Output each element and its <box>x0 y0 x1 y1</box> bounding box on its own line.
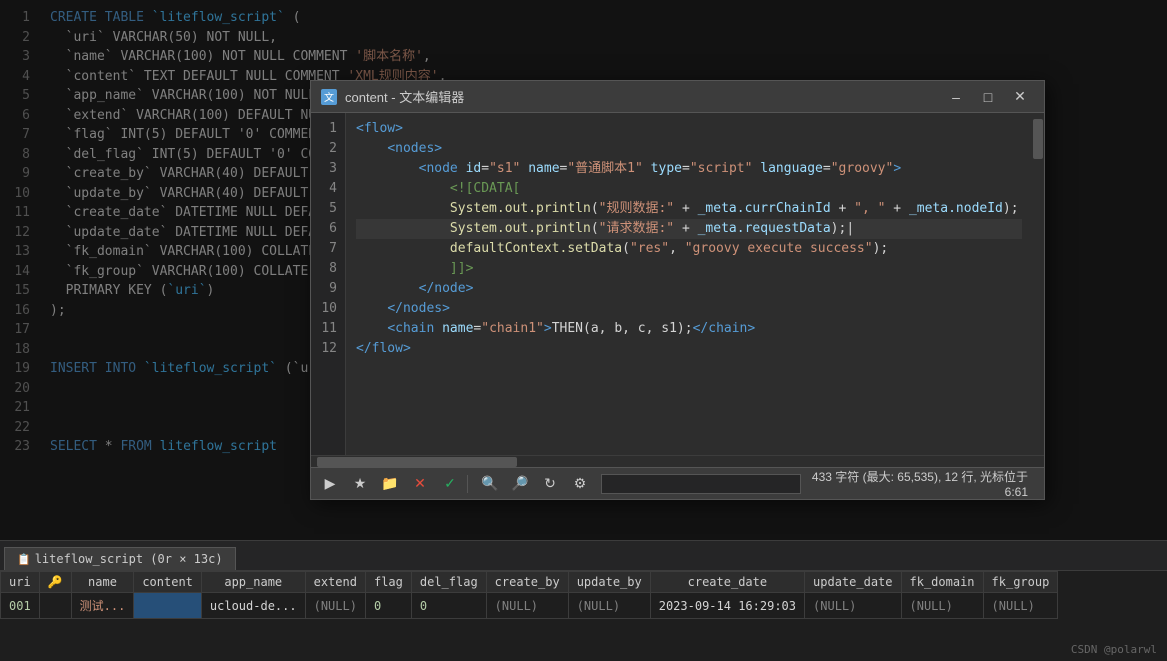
table-cell <box>134 593 202 619</box>
table-column-header: update_date <box>805 572 901 593</box>
table-cell: (NULL) <box>901 593 983 619</box>
table-cell: (NULL) <box>486 593 568 619</box>
table-column-header: flag <box>365 572 411 593</box>
table-column-header: 🔑 <box>39 572 71 593</box>
modal-line-number: 1 <box>319 119 337 139</box>
table-column-header: uri <box>1 572 40 593</box>
modal-title: 文 content - 文本编辑器 <box>321 87 464 106</box>
modal-line-number: 4 <box>319 179 337 199</box>
watermark: CSDN @polarwl <box>1071 643 1157 656</box>
modal-line-number: 7 <box>319 239 337 259</box>
modal-line-number: 10 <box>319 299 337 319</box>
table-column-header: content <box>134 572 202 593</box>
modal-code-line: </nodes> <box>356 299 1022 319</box>
modal-code-line: <flow> <box>356 119 1022 139</box>
modal-scrollbar-h[interactable] <box>311 455 1044 467</box>
table-cell: 0 <box>365 593 411 619</box>
table-cell: 001 <box>1 593 40 619</box>
results-table-container[interactable]: uri🔑namecontentapp_nameextendflagdel_fla… <box>0 570 1167 661</box>
table-column-header: fk_domain <box>901 572 983 593</box>
modal-content-area: 123456789101112 <flow> <nodes> <node id=… <box>311 113 1044 455</box>
toolbar-confirm-button[interactable]: ✓ <box>437 473 463 495</box>
modal-line-number: 6 <box>319 219 337 239</box>
toolbar-open-button[interactable]: 📁 <box>377 473 403 495</box>
modal-line-number: 8 <box>319 259 337 279</box>
encoding-dropdown[interactable] <box>601 474 801 494</box>
modal-scrollbar-v[interactable] <box>1032 113 1044 455</box>
modal-code-line: <chain name="chain1">THEN(a, b, c, s1);<… <box>356 319 1022 339</box>
modal-code-line: System.out.println("规则数据:" + _meta.currC… <box>356 199 1022 219</box>
table-column-header: del_flag <box>411 572 486 593</box>
modal-code-line: defaultContext.setData("res", "groovy ex… <box>356 239 1022 259</box>
tab-icon: 📋 <box>17 553 31 566</box>
modal-code-line: </node> <box>356 279 1022 299</box>
table-cell: ucloud-de... <box>201 593 305 619</box>
table-cell: (NULL) <box>305 593 365 619</box>
table-cell: 2023-09-14 16:29:03 <box>650 593 804 619</box>
modal-status-text: 433 字符 (最大: 65,535), 12 行, 光标位于 6:61 <box>805 468 1038 499</box>
modal-code-line: ]]> <box>356 259 1022 279</box>
table-cell: 0 <box>411 593 486 619</box>
minimize-button[interactable]: – <box>942 86 970 108</box>
table-column-header: extend <box>305 572 365 593</box>
toolbar-run-button[interactable]: ▶ <box>317 473 343 495</box>
modal-code[interactable]: <flow> <nodes> <node id="s1" name="普通脚本1… <box>346 113 1032 455</box>
tab-bar: 📋 liteflow_script (0r × 13c) <box>0 540 1167 570</box>
toolbar-refresh-button[interactable]: ↻ <box>537 473 563 495</box>
results-tab[interactable]: 📋 liteflow_script (0r × 13c) <box>4 547 236 570</box>
results-table: uri🔑namecontentapp_nameextendflagdel_fla… <box>0 571 1058 619</box>
toolbar-delete-button[interactable]: ✕ <box>407 473 433 495</box>
toolbar-star-button[interactable]: ★ <box>347 473 373 495</box>
tab-label: liteflow_script (0r × 13c) <box>35 552 223 566</box>
table-cell: (NULL) <box>805 593 901 619</box>
modal-titlebar: 文 content - 文本编辑器 – □ ✕ <box>311 81 1044 113</box>
close-button[interactable]: ✕ <box>1006 86 1034 108</box>
modal-code-line: System.out.println("请求数据:" + _meta.reque… <box>356 219 1022 239</box>
modal-scrollbar-thumb <box>1033 119 1043 159</box>
modal-line-number: 5 <box>319 199 337 219</box>
table-column-header: create_date <box>650 572 804 593</box>
maximize-button[interactable]: □ <box>974 86 1002 108</box>
text-editor-modal: 文 content - 文本编辑器 – □ ✕ 123456789101112 … <box>310 80 1045 500</box>
modal-line-numbers: 123456789101112 <box>311 113 346 455</box>
modal-line-number: 3 <box>319 159 337 179</box>
table-column-header: update_by <box>568 572 650 593</box>
table-row[interactable]: 001测试...ucloud-de...(NULL)00(NULL)(NULL)… <box>1 593 1058 619</box>
toolbar-settings-button[interactable]: ⚙ <box>567 473 593 495</box>
toolbar-zoom-out-button[interactable]: 🔎 <box>507 473 533 495</box>
table-column-header: name <box>71 572 134 593</box>
modal-toolbar: ▶ ★ 📁 ✕ ✓ 🔍 🔎 ↻ ⚙ 433 字符 (最大: 65,535), 1… <box>311 467 1044 499</box>
modal-code-line: <node id="s1" name="普通脚本1" type="script"… <box>356 159 1022 179</box>
modal-line-number: 12 <box>319 339 337 359</box>
table-column-header: create_by <box>486 572 568 593</box>
table-column-header: fk_group <box>983 572 1058 593</box>
table-column-header: app_name <box>201 572 305 593</box>
modal-line-number: 2 <box>319 139 337 159</box>
table-cell: 测试... <box>71 593 134 619</box>
modal-scrollbar-h-thumb <box>317 457 517 467</box>
table-cell: (NULL) <box>568 593 650 619</box>
modal-code-line: </flow> <box>356 339 1022 359</box>
modal-code-line: <nodes> <box>356 139 1022 159</box>
modal-controls: – □ ✕ <box>942 86 1034 108</box>
modal-line-number: 11 <box>319 319 337 339</box>
table-cell <box>39 593 71 619</box>
modal-code-line: <![CDATA[ <box>356 179 1022 199</box>
toolbar-zoom-in-button[interactable]: 🔍 <box>477 473 503 495</box>
table-cell: (NULL) <box>983 593 1058 619</box>
modal-title-text: content - 文本编辑器 <box>345 87 464 106</box>
modal-title-icon: 文 <box>321 89 337 105</box>
modal-line-number: 9 <box>319 279 337 299</box>
